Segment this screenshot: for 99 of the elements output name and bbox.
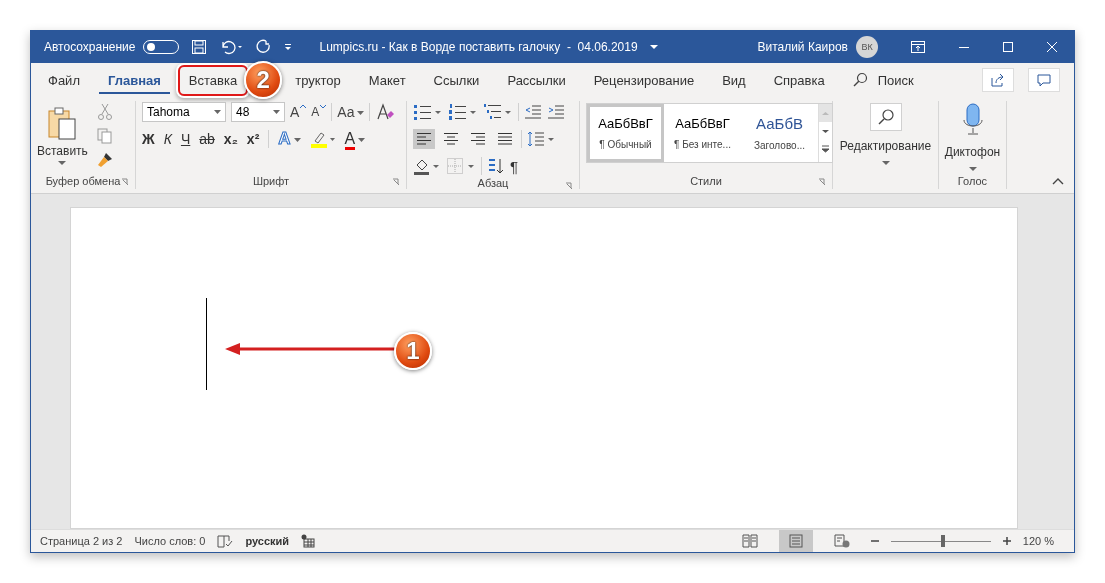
word-count[interactable]: Число слов: 0 <box>134 535 206 547</box>
align-icon <box>470 132 486 146</box>
shrink-font-button[interactable]: A <box>311 105 327 119</box>
line-spacing-icon[interactable] <box>527 130 555 148</box>
ribbon-tab[interactable]: Рецензирование <box>582 64 706 96</box>
group-label: Стили <box>690 175 722 187</box>
caret-icon <box>358 137 366 142</box>
align-icon <box>497 132 513 146</box>
font-color-button[interactable]: A <box>344 130 366 148</box>
dialog-launcher-icon[interactable] <box>392 178 400 186</box>
format-button[interactable]: ab <box>199 131 215 147</box>
collapse-ribbon-icon[interactable] <box>1052 177 1064 185</box>
highlighter-icon[interactable] <box>309 130 336 148</box>
view-button[interactable] <box>778 530 813 552</box>
group-label: Шрифт <box>252 175 290 187</box>
ribbon-display-icon[interactable] <box>910 40 926 54</box>
dialog-launcher-icon[interactable] <box>565 182 573 190</box>
numbering-icon[interactable] <box>448 103 478 121</box>
save-icon[interactable] <box>191 39 208 55</box>
undo-icon[interactable] <box>219 39 244 55</box>
down-chevron-icon <box>320 105 327 109</box>
font-size-field[interactable]: 48 <box>231 102 285 122</box>
group-label: Голос <box>957 175 988 187</box>
step-badge: 1 <box>394 332 432 370</box>
align-button[interactable] <box>413 129 435 149</box>
style-item[interactable]: АаБбВвГ ¶ Без инте... <box>664 104 741 162</box>
autosave-label: Автосохранение <box>44 40 136 54</box>
ribbon-tab[interactable]: Главная <box>96 64 172 96</box>
style-item[interactable]: АаБбВ Заголово... <box>741 104 818 162</box>
search-field[interactable]: Поиск <box>871 64 925 96</box>
group-label: Абзац <box>477 177 509 189</box>
zoom-slider-thumb[interactable] <box>940 535 945 547</box>
format-button[interactable]: x² <box>246 131 260 147</box>
view-icon <box>741 534 758 548</box>
view-icon <box>787 534 804 548</box>
redo-icon[interactable] <box>255 39 272 55</box>
caret-icon[interactable] <box>649 44 658 50</box>
decrease-indent-icon[interactable] <box>524 103 542 121</box>
format-button[interactable]: Ж <box>142 131 155 147</box>
paste-button[interactable]: Вставить <box>37 101 88 173</box>
format-button[interactable]: К <box>163 131 172 147</box>
step-badge: 2 <box>244 61 283 99</box>
caret-icon <box>357 111 365 116</box>
ribbon-tab[interactable]: Справка <box>762 64 836 96</box>
window-title: Lumpics.ru - Как в Ворде поставить галочку - 04.06.2019 <box>319 40 638 54</box>
dictate-button[interactable]: Диктофон <box>945 101 1000 173</box>
caret-icon <box>968 167 977 172</box>
zoom-out-button[interactable] <box>870 537 879 545</box>
align-icon <box>416 132 432 146</box>
ribbon-tab[interactable]: Файл <box>37 64 91 96</box>
search-icon[interactable] <box>851 72 868 88</box>
caret-icon <box>273 110 280 114</box>
format-painter-icon[interactable] <box>95 151 114 169</box>
zoom-in-button[interactable] <box>1002 537 1011 545</box>
ribbon-tab[interactable]: Ссылки <box>422 64 491 96</box>
align-icon <box>443 132 459 146</box>
maximize-icon[interactable] <box>1002 41 1014 53</box>
zoom-level[interactable]: 120 % <box>1022 535 1054 547</box>
view-icon <box>833 534 850 548</box>
user-name[interactable]: Виталий Каиров <box>757 40 848 54</box>
editing-button[interactable]: Редактирование <box>839 101 932 173</box>
multilevel-list-icon[interactable] <box>483 103 513 121</box>
format-button[interactable]: x₂ <box>223 131 238 147</box>
grow-font-button[interactable]: A <box>290 104 307 120</box>
comment-icon <box>1036 72 1052 88</box>
ribbon-tab[interactable]: Вид <box>711 64 757 96</box>
bullets-icon[interactable] <box>413 103 443 121</box>
ribbon-tab[interactable]: Вставка <box>177 64 249 96</box>
caret-icon <box>881 161 890 166</box>
shading-icon[interactable] <box>413 157 441 175</box>
clear-formatting-icon[interactable] <box>375 102 396 122</box>
macro-icon[interactable] <box>301 534 316 548</box>
ribbon-tab[interactable]: труктор <box>284 64 352 96</box>
change-case-button[interactable]: Aa <box>337 104 365 120</box>
search-icon <box>876 108 895 126</box>
group-label: Буфер обмена <box>45 175 121 187</box>
microphone-icon <box>960 103 985 137</box>
font-name-field[interactable]: Tahoma <box>142 102 226 122</box>
sort-icon[interactable] <box>487 157 505 175</box>
caret-icon <box>58 161 67 166</box>
user-avatar[interactable]: ВК <box>856 36 878 58</box>
customize-caret-icon[interactable] <box>283 42 294 52</box>
language-label[interactable]: русский <box>245 535 290 547</box>
clipboard-icon <box>46 105 79 141</box>
ribbon-tab[interactable]: Рассылки <box>496 64 577 96</box>
increase-indent-icon[interactable] <box>547 103 565 121</box>
style-item[interactable]: АаБбВвГ ¶ Обычный <box>587 104 664 162</box>
close-icon[interactable] <box>1046 41 1058 53</box>
up-chevron-icon <box>300 104 307 108</box>
proofing-icon[interactable] <box>217 534 234 548</box>
show-marks-button[interactable]: ¶ <box>510 157 519 175</box>
caret-icon <box>293 137 301 142</box>
format-button[interactable]: Ч <box>180 131 191 147</box>
share-icon <box>990 72 1006 88</box>
page-count[interactable]: Страница 2 из 2 <box>40 535 123 547</box>
caret-icon <box>214 110 221 114</box>
ribbon-tab[interactable]: Макет <box>357 64 417 96</box>
dialog-launcher-icon[interactable] <box>121 178 129 186</box>
dialog-launcher-icon[interactable] <box>818 178 826 186</box>
